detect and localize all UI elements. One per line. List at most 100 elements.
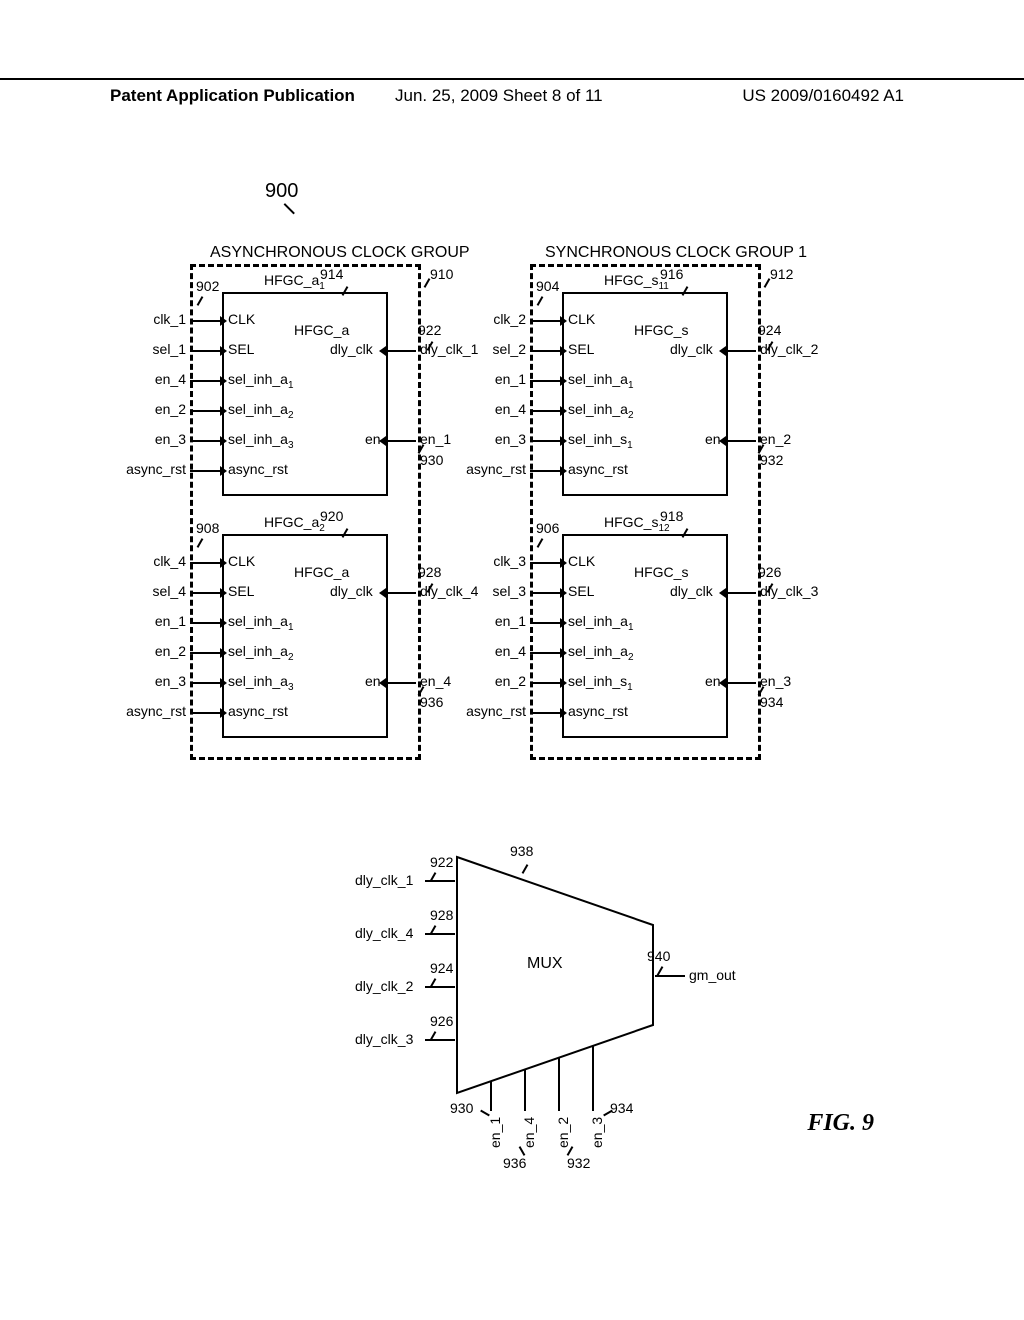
ref-924: 924 — [758, 322, 781, 338]
s11-pin-2 — [530, 380, 560, 382]
mux-block: MUX dly_clk_1 922 938 dly_clk_4 928 dly_… — [335, 840, 735, 1190]
a2-pin-1 — [190, 592, 220, 594]
a2-pin-5 — [190, 712, 220, 714]
mux-ref-940: 940 — [647, 948, 670, 964]
s12-pin-3 — [530, 652, 560, 654]
a2-pin-3 — [190, 652, 220, 654]
s11-ext-arst: async_rst — [462, 461, 526, 477]
mux-in-4: dly_clk_3 — [355, 1031, 413, 1047]
ref-900-arrow — [275, 203, 295, 223]
mux-ref-934: 934 — [610, 1100, 633, 1116]
a1-top-title: HFGC_a1 — [264, 272, 325, 292]
mux-label: MUX — [527, 955, 563, 973]
s11-ext-inh2: en_4 — [492, 401, 526, 417]
s12-ext-inh1: en_1 — [492, 613, 526, 629]
ref-910: 910 — [430, 266, 453, 282]
s11-port-inh2: sel_inh_a2 — [568, 401, 634, 421]
s12-pin-5 — [530, 712, 560, 714]
mux-ref-924: 924 — [430, 960, 453, 976]
a1-pin-2 — [190, 380, 220, 382]
a2-port-inh3: sel_inh_a3 — [228, 673, 294, 693]
s12-pin-2 — [530, 622, 560, 624]
a2-pin-0 — [190, 562, 220, 564]
s12-inner-title: HFGC_s — [634, 564, 688, 580]
s11-ext-clk: clk_2 — [492, 311, 526, 327]
a1-pin-1 — [190, 350, 220, 352]
s12-port-arst: async_rst — [568, 703, 628, 719]
a2-port-dly: dly_clk — [330, 583, 373, 599]
s12-pin-1 — [530, 592, 560, 594]
mux-ref-922: 922 — [430, 854, 453, 870]
a2-port-sel: SEL — [228, 583, 254, 599]
header-left: Patent Application Publication — [110, 86, 355, 106]
a2-pin-4 — [190, 682, 220, 684]
ref-902: 902 — [196, 278, 219, 294]
ref-908: 908 — [196, 520, 219, 536]
s11-pin-en — [726, 440, 756, 442]
a2-ext-inh2: en_2 — [152, 643, 186, 659]
sync-title: SYNCHRONOUS CLOCK GROUP 1 — [545, 244, 807, 262]
mux-in-2: dly_clk_4 — [355, 925, 413, 941]
mux-in-1: dly_clk_1 — [355, 872, 413, 888]
a1-port-inh3: sel_inh_a3 — [228, 431, 294, 451]
s12-pin-0 — [530, 562, 560, 564]
a1-port-inh2: sel_inh_a2 — [228, 401, 294, 421]
mux-sel-4: en_3 — [589, 1117, 605, 1148]
ref-926: 926 — [758, 564, 781, 580]
a1-inner-title: HFGC_a — [294, 322, 349, 338]
s12-pin-en — [726, 682, 756, 684]
mux-ref-936: 936 — [503, 1155, 526, 1171]
a1-ext-clk: clk_1 — [152, 311, 186, 327]
mux-out-label: gm_out — [689, 967, 736, 983]
a1-port-arst: async_rst — [228, 461, 288, 477]
s11-pin-5 — [530, 470, 560, 472]
mux-ref-928: 928 — [430, 907, 453, 923]
s12-port-inhs: sel_inh_s1 — [568, 673, 633, 693]
s12-port-inh1: sel_inh_a1 — [568, 613, 634, 633]
s11-port-inh1: sel_inh_a1 — [568, 371, 634, 391]
mux-sel-3: en_2 — [555, 1117, 571, 1148]
s12-port-sel: SEL — [568, 583, 594, 599]
mux-sel-2: en_4 — [521, 1117, 537, 1148]
a1-port-clk: CLK — [228, 311, 255, 327]
s12-ext-clk: clk_3 — [492, 553, 526, 569]
mux-ref-930: 930 — [450, 1100, 473, 1116]
ref-932: 932 — [760, 452, 783, 468]
ref-912-tick — [764, 278, 771, 288]
s11-port-inhs: sel_inh_s1 — [568, 431, 633, 451]
ref-906: 906 — [536, 520, 559, 536]
header-mid: Jun. 25, 2009 Sheet 8 of 11 — [395, 86, 603, 106]
a1-ext-arst: async_rst — [122, 461, 186, 477]
s11-port-dly: dly_clk — [670, 341, 713, 357]
a2-pin-dly — [386, 592, 416, 594]
s11-port-sel: SEL — [568, 341, 594, 357]
a1-ext-inh2: en_2 — [152, 401, 186, 417]
s11-ext-inhs: en_3 — [492, 431, 526, 447]
s12-pin-dly — [726, 592, 756, 594]
s11-pin-0 — [530, 320, 560, 322]
s12-port-clk: CLK — [568, 553, 595, 569]
a2-ext-sel: sel_4 — [152, 583, 186, 599]
async-title: ASYNCHRONOUS CLOCK GROUP — [210, 244, 470, 262]
ref-920: 920 — [320, 508, 343, 524]
a2-inner-title: HFGC_a — [294, 564, 349, 580]
s11-pin-4 — [530, 440, 560, 442]
s12-port-dly: dly_clk — [670, 583, 713, 599]
a2-ext-inh3: en_3 — [152, 673, 186, 689]
a1-pin-3 — [190, 410, 220, 412]
a2-port-inh1: sel_inh_a1 — [228, 613, 294, 633]
s11-inner-title: HFGC_s — [634, 322, 688, 338]
mux-in-3: dly_clk_2 — [355, 978, 413, 994]
s12-ext-arst: async_rst — [462, 703, 526, 719]
s12-ext-inhs: en_2 — [492, 673, 526, 689]
ref-930: 930 — [420, 452, 443, 468]
a1-pin-0 — [190, 320, 220, 322]
ref-916: 916 — [660, 266, 683, 282]
s12-port-inh2: sel_inh_a2 — [568, 643, 634, 663]
a2-top-title: HFGC_a2 — [264, 514, 325, 534]
a2-pin-en — [386, 682, 416, 684]
ref-910-tick — [424, 278, 431, 288]
a2-port-inh2: sel_inh_a2 — [228, 643, 294, 663]
a1-port-dly: dly_clk — [330, 341, 373, 357]
s12-ext-sel: sel_3 — [492, 583, 526, 599]
